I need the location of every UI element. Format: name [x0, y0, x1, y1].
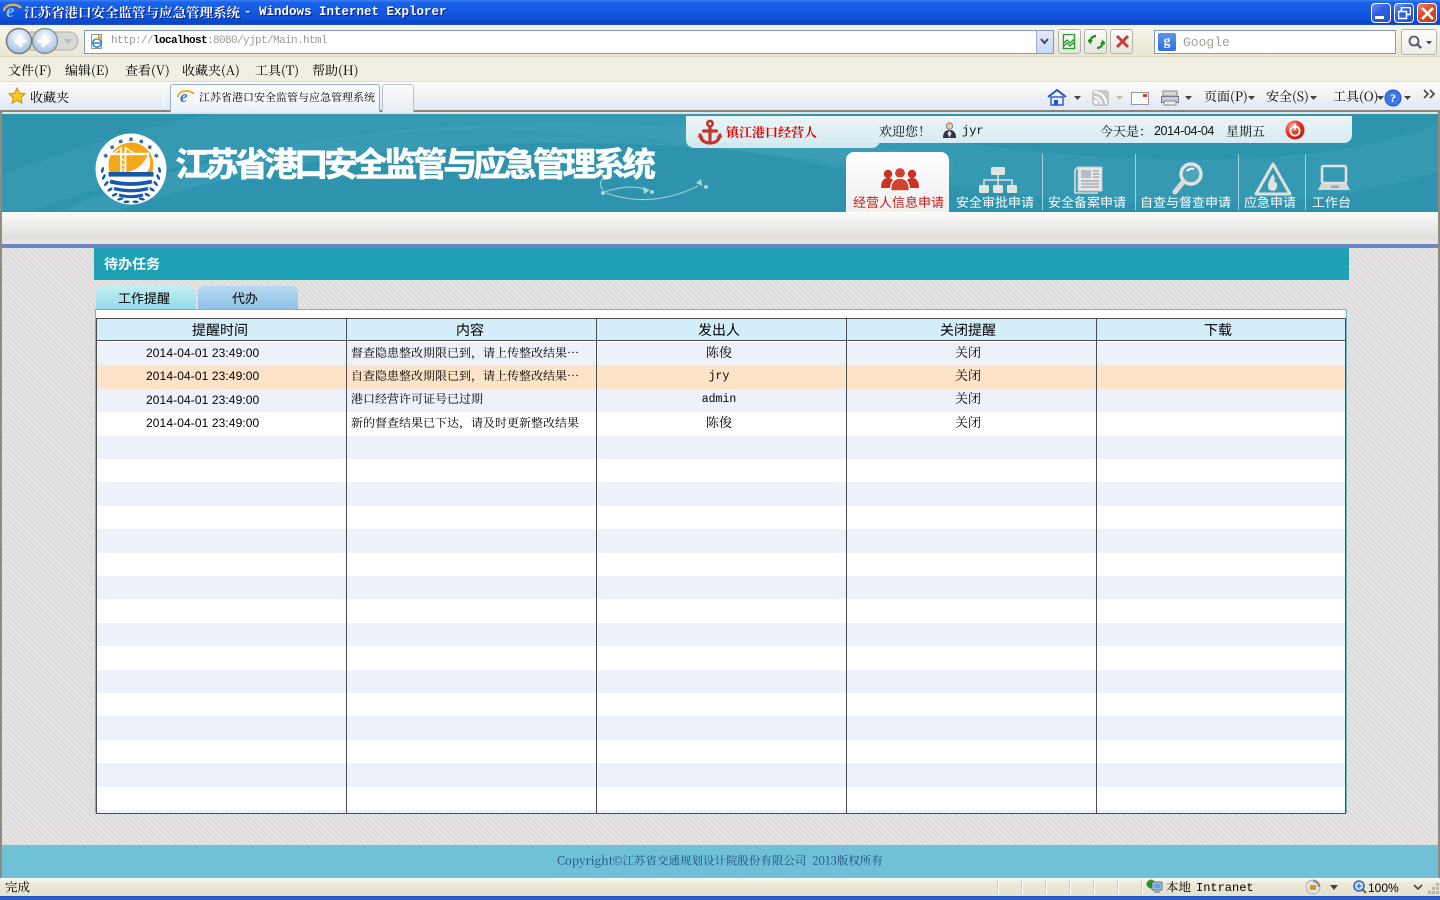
svg-text:?: ? [1390, 91, 1396, 105]
